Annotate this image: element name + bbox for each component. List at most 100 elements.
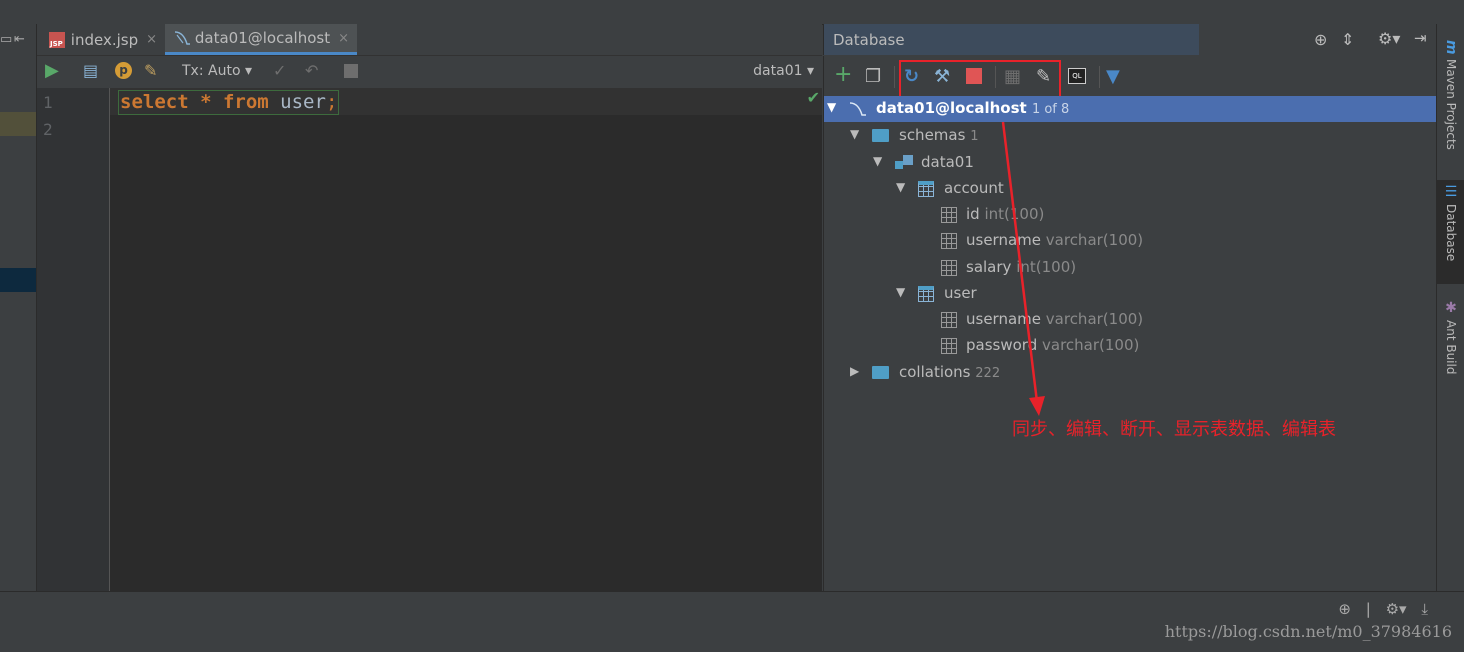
crosshair-icon[interactable]: ⊕ <box>1338 600 1351 618</box>
add-icon[interactable]: + <box>834 62 852 87</box>
expanded-arrow-icon[interactable]: ▼ <box>896 285 905 299</box>
mysql-icon <box>174 31 190 45</box>
duplicate-icon[interactable]: ❐ <box>865 66 881 87</box>
tab-index-jsp[interactable]: index.jsp × <box>41 24 165 55</box>
run-icon[interactable]: ▶ <box>45 60 59 81</box>
sql-statement[interactable]: select * from user; <box>118 90 340 115</box>
right-tool-stripe: m Maven Projects ☰ Database ✱ Ant Build <box>1436 24 1464 591</box>
close-icon[interactable]: × <box>338 31 349 46</box>
folder-icon <box>872 366 889 379</box>
identifier-user: user <box>268 91 326 113</box>
explain-plan-icon[interactable]: ▤ <box>83 61 98 80</box>
filter-icon[interactable]: ▼ <box>1106 66 1120 87</box>
sql-editor[interactable]: select * from user; ✔ <box>110 88 822 591</box>
tree-node-datasource[interactable]: ▼ data01@localhost 1 of 8 <box>824 96 1437 122</box>
schema-label: data01 <box>921 153 974 171</box>
tab-maven-projects[interactable]: m Maven Projects <box>1437 36 1464 176</box>
tree-node-table-account[interactable]: ▼ account <box>824 176 1437 202</box>
tree-node-schema-data01[interactable]: ▼ data01 <box>824 150 1437 176</box>
expanded-arrow-icon[interactable]: ▼ <box>850 127 859 141</box>
download-icon[interactable]: ⤓ <box>1421 600 1428 618</box>
expanded-arrow-icon[interactable]: ▼ <box>827 100 836 114</box>
keyword-select: select <box>120 91 189 113</box>
left-tool-panel: ▭ ⇤ <box>0 24 37 591</box>
schema-icon <box>895 155 913 170</box>
tree-node-schemas[interactable]: ▼ schemas 1 <box>824 123 1437 149</box>
collations-label: collations <box>899 363 971 381</box>
schemas-label: schemas <box>899 126 966 144</box>
collapse-left-icon[interactable]: ⇤ <box>14 32 25 47</box>
table-icon <box>918 286 934 302</box>
rollback-icon[interactable]: ↶ <box>305 61 318 80</box>
maven-icon: m <box>1443 40 1459 55</box>
tab-database[interactable]: ☰ Database <box>1437 180 1464 284</box>
selected-row <box>0 268 36 292</box>
separator-icon: | <box>1365 600 1371 618</box>
expanded-arrow-icon[interactable]: ▼ <box>873 154 882 168</box>
commit-icon[interactable]: ✓ <box>273 61 286 80</box>
collapse-all-icon[interactable]: ⇕ <box>1341 30 1354 49</box>
column-icon <box>941 260 957 276</box>
database-panel-title: Database <box>833 31 905 49</box>
keyword-from: from <box>222 91 269 113</box>
gear-icon[interactable]: ⚙▾ <box>1378 29 1400 48</box>
separator <box>894 66 895 88</box>
schema-selector[interactable]: data01 ▾ <box>753 63 814 79</box>
tab-label: index.jsp <box>70 30 139 49</box>
column-type: varchar(100) <box>1045 231 1144 249</box>
tree-node-column[interactable]: salary int(100) <box>824 255 1437 281</box>
gear-icon[interactable]: ⚙▾ <box>1386 600 1407 618</box>
annotation-arrow <box>1001 121 1045 416</box>
top-strip <box>0 0 1464 25</box>
datasource-count: 1 of 8 <box>1031 102 1070 117</box>
settings-wrench-icon[interactable]: ✎ <box>144 61 157 80</box>
database-panel-header: Database ⊕ ⇕ ⚙▾ ⇥ <box>823 24 1437 55</box>
schemas-count: 1 <box>970 129 979 144</box>
tree-node-collations[interactable]: ▶ collations 222 <box>824 360 1437 386</box>
tree-node-table-user[interactable]: ▼ user <box>824 281 1437 307</box>
expanded-arrow-icon[interactable]: ▼ <box>896 180 905 194</box>
jsp-file-icon <box>49 31 65 48</box>
keyword-star: * <box>188 91 223 113</box>
editor-tab-bar: index.jsp × data01@localhost × <box>37 24 822 56</box>
column-icon <box>941 312 957 328</box>
database-toolbar: + ❐ ↻ ⚒ ▦ ✎ QL ▼ <box>823 56 1437 98</box>
separator <box>1099 66 1100 88</box>
annotation-text: 同步、编辑、断开、显示表数据、编辑表 <box>1012 419 1336 440</box>
console-icon[interactable]: QL <box>1068 68 1086 84</box>
tree-node-column[interactable]: password varchar(100) <box>824 333 1437 359</box>
watermark: https://blog.csdn.net/m0_37984616 <box>1164 622 1452 641</box>
folder-icon <box>872 129 889 142</box>
line-number: 2 <box>43 120 53 139</box>
column-name: id <box>966 205 980 223</box>
split-icon[interactable]: ▭ <box>0 32 12 47</box>
mysql-icon <box>849 102 866 116</box>
datasource-label: data01@localhost <box>876 99 1027 117</box>
close-icon[interactable]: × <box>146 32 157 47</box>
database-icon: ☰ <box>1443 184 1459 200</box>
tree-node-column[interactable]: username varchar(100) <box>824 307 1437 333</box>
tab-ant-build[interactable]: ✱ Ant Build <box>1437 296 1464 396</box>
tab-label: data01@localhost <box>194 29 331 47</box>
tree-node-column[interactable]: id int(100) <box>824 202 1437 228</box>
column-type: varchar(100) <box>1045 310 1144 328</box>
bottom-bar: ⊕ | ⚙▾ ⤓ https://blog.csdn.net/m0_379846… <box>0 591 1464 652</box>
hide-icon[interactable]: ⇥ <box>1414 29 1427 47</box>
bottom-tool-icons: ⊕ | ⚙▾ ⤓ <box>1338 600 1428 618</box>
ant-label: Ant Build <box>1444 320 1458 375</box>
stop-icon[interactable] <box>344 64 358 78</box>
crosshair-icon[interactable]: ⊕ <box>1314 30 1327 49</box>
table-label: user <box>944 284 977 302</box>
parameters-icon[interactable]: p <box>115 62 132 79</box>
semicolon: ; <box>325 91 338 113</box>
collapsed-arrow-icon[interactable]: ▶ <box>850 364 859 378</box>
column-icon <box>941 233 957 249</box>
tab-data01-console[interactable]: data01@localhost × <box>165 24 357 55</box>
check-icon: ✔ <box>806 88 820 107</box>
ant-icon: ✱ <box>1443 300 1459 316</box>
line-number: 1 <box>43 93 53 112</box>
tx-mode-dropdown[interactable]: Tx: Auto ▾ <box>182 63 252 79</box>
column-icon <box>941 207 957 223</box>
annotation-highlight-box <box>899 60 1061 98</box>
tree-node-column[interactable]: username varchar(100) <box>824 228 1437 254</box>
